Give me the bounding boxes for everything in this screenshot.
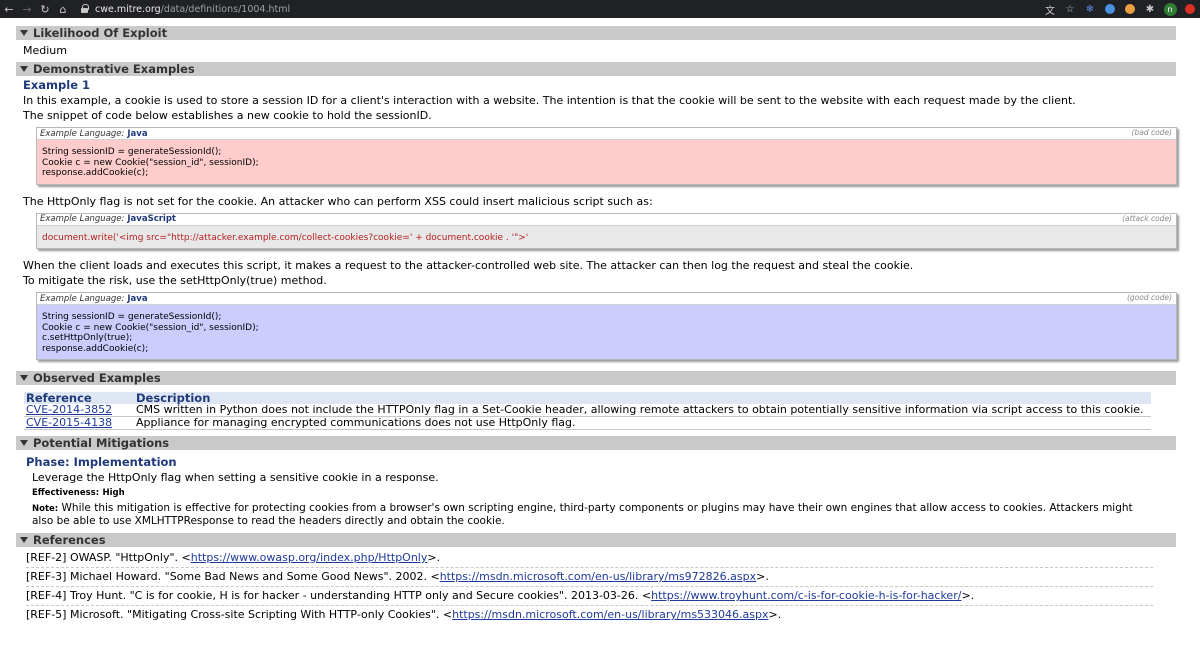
code-language-bar: Example Language: JavaScript (attack code…: [37, 213, 1176, 226]
reference-link[interactable]: https://msdn.microsoft.com/en-us/library…: [440, 570, 756, 583]
cve-link[interactable]: CVE-2015-4138: [26, 416, 112, 429]
references-list: [REF-2] OWASP. "HttpOnly". <https://www.…: [16, 549, 1176, 624]
reference-item: [REF-2] OWASP. "HttpOnly". <https://www.…: [26, 549, 1153, 568]
code-kind-label: (good code): [1126, 293, 1172, 302]
references-header[interactable]: References: [16, 533, 1176, 547]
extension-blue-icon[interactable]: [1100, 0, 1120, 18]
address-bar[interactable]: cwe.mitre.org/data/definitions/1004.html: [80, 0, 290, 18]
code-block: document.write('<img src="http://attacke…: [37, 225, 1176, 248]
table-row: CVE-2014-3852 CMS written in Python does…: [24, 404, 1151, 417]
example-mid-3: To mitigate the risk, use the setHttpOnl…: [23, 274, 327, 287]
collapse-triangle-icon[interactable]: [20, 440, 28, 446]
likelihood-value: Medium: [23, 44, 67, 57]
mitigation-note: Note: While this mitigation is effective…: [32, 502, 1133, 527]
extensions-puzzle-icon[interactable]: ✱: [1140, 0, 1160, 18]
example-intro-2: The snippet of code below establishes a …: [23, 109, 432, 122]
mitigation-text: Leverage the HttpOnly flag when setting …: [32, 471, 439, 484]
lock-icon: [80, 4, 89, 14]
example-mid-2: When the client loads and executes this …: [23, 259, 914, 272]
reference-link[interactable]: https://www.owasp.org/index.php/HttpOnly: [191, 551, 428, 564]
collapse-triangle-icon[interactable]: [20, 30, 28, 36]
demonstrative-header[interactable]: Demonstrative Examples: [16, 62, 1176, 76]
url-path: /data/definitions/1004.html: [160, 3, 291, 15]
table-cell-description: CMS written in Python does not include t…: [134, 404, 1151, 417]
reference-link[interactable]: https://www.troyhunt.com/c-is-for-cookie…: [651, 589, 961, 602]
collapse-triangle-icon[interactable]: [20, 537, 28, 543]
collapse-triangle-icon[interactable]: [20, 66, 28, 72]
bad-code-box: Example Language: Java (bad code) String …: [36, 127, 1177, 185]
reference-link[interactable]: https://msdn.microsoft.com/en-us/library…: [452, 608, 768, 621]
example-mid-1: The HttpOnly flag is not set for the coo…: [23, 194, 653, 208]
code-block: String sessionID = generateSessionId(); …: [37, 140, 1176, 184]
likelihood-header[interactable]: Likelihood Of Exploit: [16, 26, 1176, 40]
reference-item: [REF-3] Michael Howard. "Some Bad News a…: [26, 568, 1153, 587]
extension-orange-icon[interactable]: [1120, 0, 1140, 18]
profile-avatar[interactable]: n: [1160, 0, 1180, 18]
code-kind-label: (bad code): [1131, 128, 1172, 137]
observed-table: Reference Description CVE-2014-3852 CMS …: [24, 392, 1151, 430]
mitigation-effectiveness: Effectiveness: High: [32, 488, 125, 498]
observed-header[interactable]: Observed Examples: [16, 371, 1176, 385]
attack-code-box: Example Language: JavaScript (attack code…: [36, 212, 1177, 249]
example-title: Example 1: [23, 78, 90, 92]
table-cell-description: Appliance for managing encrypted communi…: [134, 416, 1151, 430]
reference-item: [REF-4] Troy Hunt. "C is for cookie, H i…: [26, 587, 1153, 606]
collapse-triangle-icon[interactable]: [20, 375, 28, 381]
mitigation-phase: Phase: Implementation: [26, 455, 177, 469]
mitigations-header[interactable]: Potential Mitigations: [16, 436, 1176, 450]
good-code-box: Example Language: Java (good code) String…: [36, 292, 1177, 360]
extension-snowflake-icon[interactable]: ❄: [1080, 0, 1100, 18]
cve-link[interactable]: CVE-2014-3852: [26, 403, 112, 416]
page-content: Likelihood Of Exploit Medium Demonstrati…: [16, 26, 1177, 624]
reload-icon[interactable]: ↻: [36, 0, 54, 18]
url-host: cwe.mitre.org: [95, 3, 161, 15]
code-kind-label: (attack code): [1122, 213, 1172, 223]
reference-item: [REF-5] Microsoft. "Mitigating Cross-sit…: [26, 608, 782, 621]
home-icon[interactable]: ⌂: [54, 0, 72, 18]
browser-toolbar: ← → ↻ ⌂ cwe.mitre.org/data/definitions/1…: [0, 0, 1200, 18]
code-block: String sessionID = generateSessionId(); …: [37, 305, 1176, 359]
forward-arrow-icon[interactable]: →: [18, 0, 36, 18]
code-language-bar: Example Language: Java (bad code): [37, 128, 1176, 140]
menu-badge-icon[interactable]: [1180, 0, 1200, 18]
bookmark-star-icon[interactable]: ☆: [1060, 0, 1080, 18]
back-arrow-icon[interactable]: ←: [0, 0, 18, 18]
example-intro-1: In this example, a cookie is used to sto…: [23, 94, 1076, 107]
translate-icon[interactable]: 文: [1040, 0, 1060, 18]
code-language-bar: Example Language: Java (good code): [37, 293, 1176, 305]
table-row: CVE-2015-4138 Appliance for managing enc…: [24, 416, 1151, 430]
